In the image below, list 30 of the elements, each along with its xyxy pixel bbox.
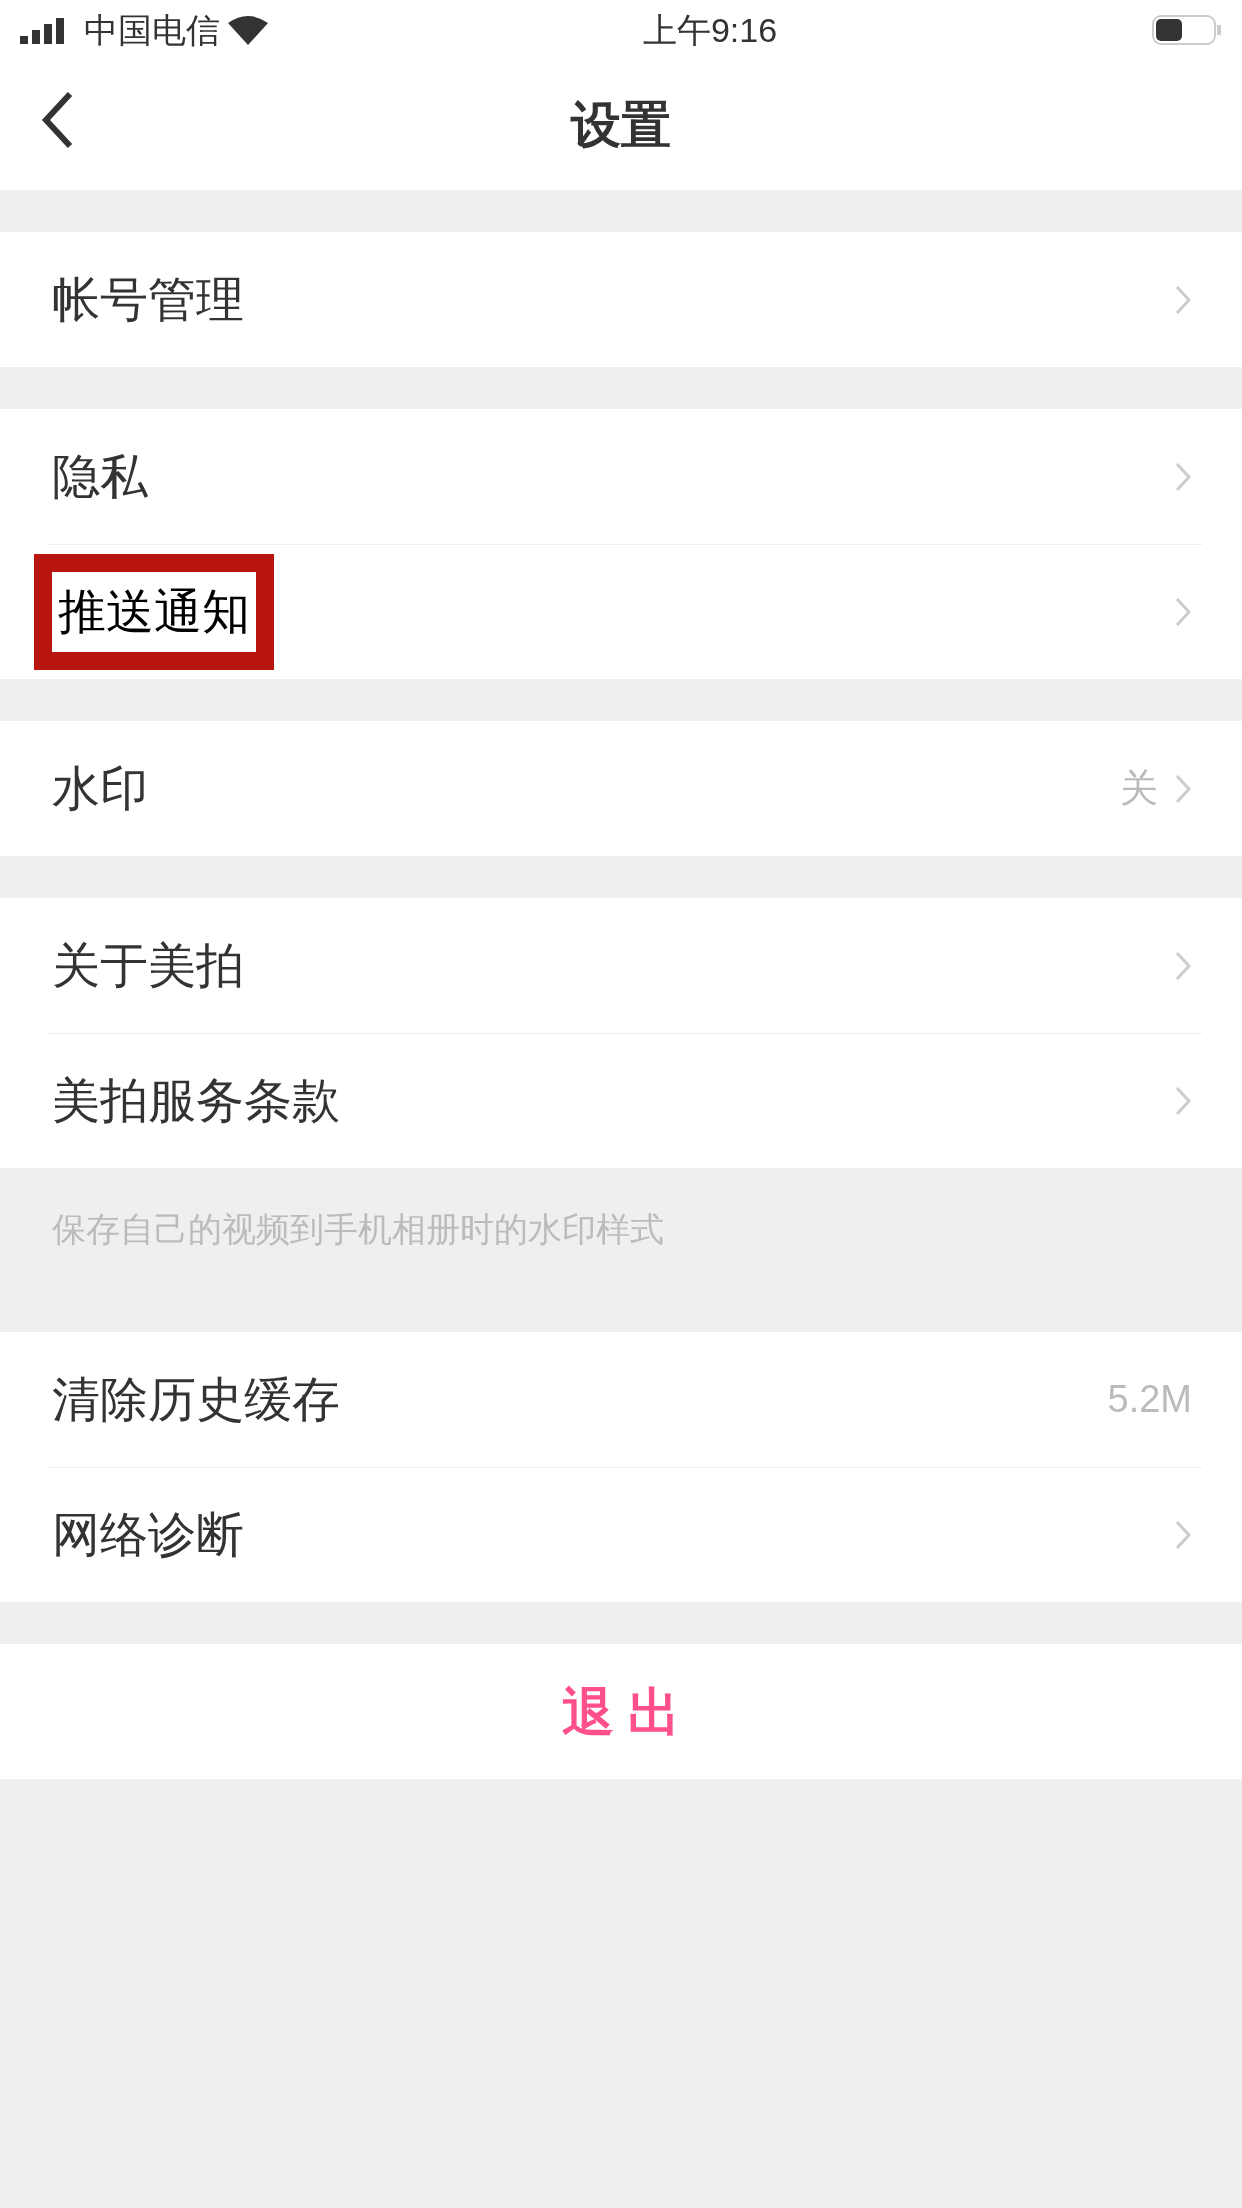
chevron-icon — [1174, 1518, 1192, 1551]
chevron-icon — [1174, 595, 1192, 628]
settings-row[interactable]: 帐号管理 — [0, 232, 1242, 367]
battery-icon — [1152, 15, 1222, 45]
back-button[interactable] — [40, 90, 74, 150]
row-label: 隐私 — [52, 448, 148, 505]
chevron-icon — [1174, 460, 1192, 493]
row-label: 美拍服务条款 — [52, 1072, 340, 1129]
settings-row[interactable]: 关于美拍 — [0, 898, 1242, 1033]
settings-row[interactable]: 美拍服务条款 — [0, 1033, 1242, 1168]
row-value: 5.2M — [1107, 1377, 1192, 1422]
settings-row[interactable]: 网络诊断 — [0, 1467, 1242, 1602]
settings-row[interactable]: 推送通知 — [0, 544, 1242, 679]
page-title: 设置 — [571, 95, 671, 155]
settings-row[interactable]: 水印 关 — [0, 721, 1242, 856]
chevron-icon — [1174, 283, 1192, 316]
row-label: 关于美拍 — [52, 937, 244, 994]
chevron-icon — [1174, 1084, 1192, 1117]
status-time: 上午9:16 — [642, 9, 778, 51]
wifi-icon — [228, 15, 268, 45]
row-label: 帐号管理 — [52, 271, 244, 328]
row-label: 网络诊断 — [52, 1506, 244, 1563]
settings-row[interactable]: 隐私 — [0, 409, 1242, 544]
row-label: 清除历史缓存 — [52, 1371, 340, 1428]
row-label: 水印 — [52, 760, 148, 817]
chevron-icon — [1174, 772, 1192, 805]
settings-row[interactable]: 清除历史缓存 5.2M — [0, 1332, 1242, 1467]
row-value: 关 — [1120, 766, 1158, 811]
chevron-icon — [1174, 949, 1192, 982]
carrier-name: 中国电信 — [84, 9, 220, 51]
